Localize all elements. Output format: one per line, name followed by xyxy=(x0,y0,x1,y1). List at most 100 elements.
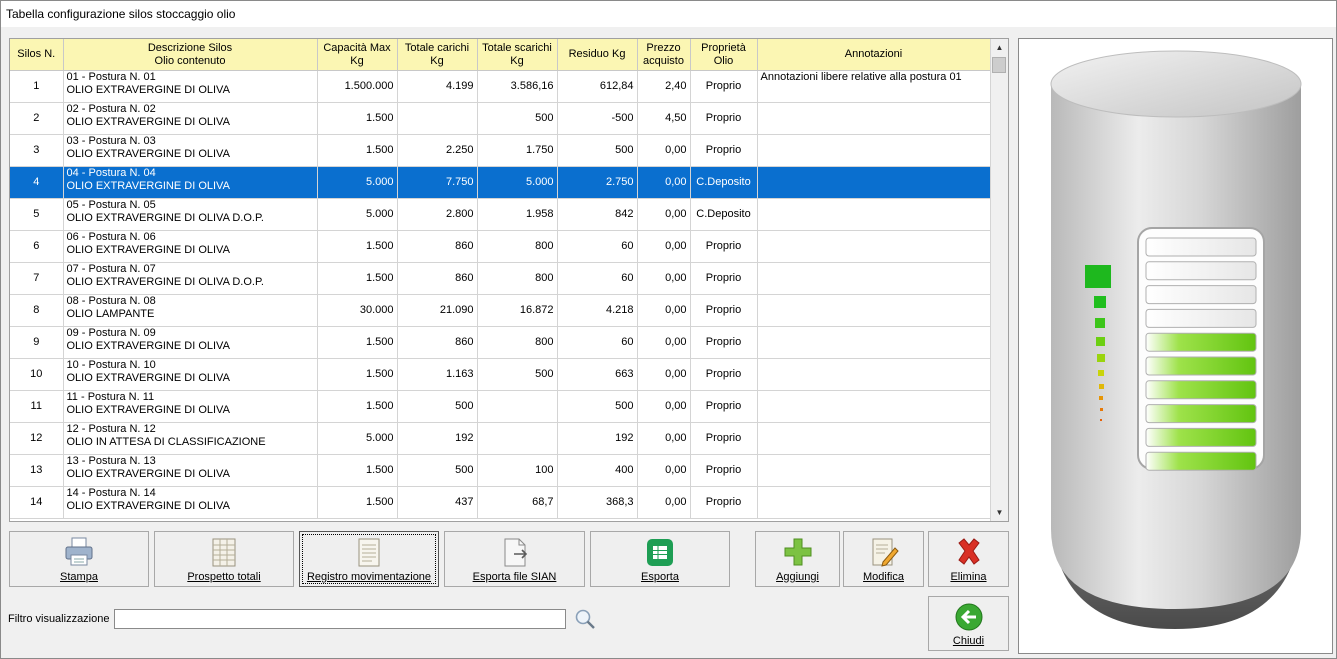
description-cell[interactable]: 08 - Postura N. 08 OLIO LAMPANTE xyxy=(63,294,318,327)
loads-cell[interactable]: 860 xyxy=(397,262,478,295)
table-row[interactable]: 6 06 - Postura N. 06 OLIO EXTRAVERGINE DI … xyxy=(10,230,991,263)
residue-cell[interactable]: 612,84 xyxy=(557,70,638,103)
table-row[interactable]: 10 10 - Postura N. 10 OLIO EXTRAVERGINE DI… xyxy=(10,358,991,391)
ownership-cell[interactable]: Proprio xyxy=(690,454,758,487)
silos-grid[interactable]: Silos N. Descrizione Silos Olio contenuto… xyxy=(9,38,1009,522)
price-cell[interactable]: 0,00 xyxy=(637,422,691,455)
silos-number-cell[interactable]: 11 xyxy=(10,390,64,423)
table-row[interactable]: 11 11 - Postura N. 11 OLIO EXTRAVERGINE DI… xyxy=(10,390,991,423)
price-cell[interactable]: 0,00 xyxy=(637,486,691,519)
search-icon[interactable] xyxy=(573,607,597,631)
unloads-cell[interactable]: 500 xyxy=(477,358,558,391)
price-cell[interactable]: 0,00 xyxy=(637,166,691,199)
notes-cell[interactable] xyxy=(757,358,991,391)
unloads-cell[interactable]: 16.872 xyxy=(477,294,558,327)
capacity-cell[interactable]: 1.500 xyxy=(317,390,398,423)
filter-input[interactable] xyxy=(114,609,566,629)
silos-number-cell[interactable]: 10 xyxy=(10,358,64,391)
capacity-cell[interactable]: 5.000 xyxy=(317,198,398,231)
residue-cell[interactable]: 500 xyxy=(557,134,638,167)
notes-cell[interactable] xyxy=(757,422,991,455)
description-cell[interactable]: 07 - Postura N. 07 OLIO EXTRAVERGINE DI O… xyxy=(63,262,318,295)
ownership-cell[interactable]: Proprio xyxy=(690,294,758,327)
modifica-button[interactable]: Modifica xyxy=(843,531,924,587)
elimina-button[interactable]: Elimina xyxy=(928,531,1009,587)
price-cell[interactable]: 0,00 xyxy=(637,294,691,327)
loads-cell[interactable] xyxy=(397,102,478,135)
table-row[interactable]: 7 07 - Postura N. 07 OLIO EXTRAVERGINE DI … xyxy=(10,262,991,295)
description-cell[interactable]: 09 - Postura N. 09 OLIO EXTRAVERGINE DI O… xyxy=(63,326,318,359)
residue-cell[interactable]: 192 xyxy=(557,422,638,455)
table-row[interactable]: 5 05 - Postura N. 05 OLIO EXTRAVERGINE DI … xyxy=(10,198,991,231)
chiudi-button[interactable]: Chiudi xyxy=(928,596,1009,651)
residue-cell[interactable]: 368,3 xyxy=(557,486,638,519)
description-cell[interactable]: 03 - Postura N. 03 OLIO EXTRAVERGINE DI O… xyxy=(63,134,318,167)
ownership-cell[interactable]: Proprio xyxy=(690,486,758,519)
loads-cell[interactable]: 4.199 xyxy=(397,70,478,103)
description-cell[interactable]: 11 - Postura N. 11 OLIO EXTRAVERGINE DI O… xyxy=(63,390,318,423)
notes-cell[interactable] xyxy=(757,454,991,487)
notes-cell[interactable] xyxy=(757,326,991,359)
description-cell[interactable]: 14 - Postura N. 14 OLIO EXTRAVERGINE DI O… xyxy=(63,486,318,519)
capacity-cell[interactable]: 1.500 xyxy=(317,134,398,167)
unloads-cell[interactable]: 100 xyxy=(477,454,558,487)
unloads-cell[interactable]: 800 xyxy=(477,230,558,263)
col-proprieta[interactable]: Proprietà Olio xyxy=(690,39,758,71)
capacity-cell[interactable]: 1.500 xyxy=(317,262,398,295)
notes-cell[interactable] xyxy=(757,294,991,327)
notes-cell[interactable] xyxy=(757,230,991,263)
unloads-cell[interactable]: 500 xyxy=(477,102,558,135)
description-cell[interactable]: 05 - Postura N. 05 OLIO EXTRAVERGINE DI O… xyxy=(63,198,318,231)
ownership-cell[interactable]: Proprio xyxy=(690,358,758,391)
unloads-cell[interactable]: 800 xyxy=(477,262,558,295)
silos-number-cell[interactable]: 13 xyxy=(10,454,64,487)
loads-cell[interactable]: 500 xyxy=(397,454,478,487)
table-row[interactable]: 13 13 - Postura N. 13 OLIO EXTRAVERGINE DI… xyxy=(10,454,991,487)
residue-cell[interactable]: 400 xyxy=(557,454,638,487)
ownership-cell[interactable]: Proprio xyxy=(690,422,758,455)
description-cell[interactable]: 06 - Postura N. 06 OLIO EXTRAVERGINE DI O… xyxy=(63,230,318,263)
registro-movimentazione-button[interactable]: Registro movimentazione xyxy=(299,531,439,587)
ownership-cell[interactable]: Proprio xyxy=(690,262,758,295)
unloads-cell[interactable]: 1.958 xyxy=(477,198,558,231)
loads-cell[interactable]: 2.800 xyxy=(397,198,478,231)
capacity-cell[interactable]: 1.500 xyxy=(317,486,398,519)
col-scarichi[interactable]: Totale scarichi Kg xyxy=(477,39,558,71)
residue-cell[interactable]: 60 xyxy=(557,262,638,295)
col-descrizione[interactable]: Descrizione Silos Olio contenuto xyxy=(63,39,318,71)
residue-cell[interactable]: 842 xyxy=(557,198,638,231)
ownership-cell[interactable]: Proprio xyxy=(690,230,758,263)
unloads-cell[interactable]: 1.750 xyxy=(477,134,558,167)
capacity-cell[interactable]: 1.500 xyxy=(317,102,398,135)
residue-cell[interactable]: 2.750 xyxy=(557,166,638,199)
notes-cell[interactable] xyxy=(757,102,991,135)
unloads-cell[interactable]: 68,7 xyxy=(477,486,558,519)
residue-cell[interactable]: 60 xyxy=(557,230,638,263)
silos-number-cell[interactable]: 2 xyxy=(10,102,64,135)
table-row[interactable]: 2 02 - Postura N. 02 OLIO EXTRAVERGINE DI … xyxy=(10,102,991,135)
description-cell[interactable]: 13 - Postura N. 13 OLIO EXTRAVERGINE DI O… xyxy=(63,454,318,487)
loads-cell[interactable]: 500 xyxy=(397,390,478,423)
notes-cell[interactable] xyxy=(757,198,991,231)
table-row[interactable]: 3 03 - Postura N. 03 OLIO EXTRAVERGINE DI … xyxy=(10,134,991,167)
silos-number-cell[interactable]: 12 xyxy=(10,422,64,455)
capacity-cell[interactable]: 30.000 xyxy=(317,294,398,327)
silos-number-cell[interactable]: 9 xyxy=(10,326,64,359)
capacity-cell[interactable]: 5.000 xyxy=(317,166,398,199)
silos-number-cell[interactable]: 3 xyxy=(10,134,64,167)
ownership-cell[interactable]: Proprio xyxy=(690,134,758,167)
grid-scrollbar[interactable]: ▲ ▼ xyxy=(990,39,1008,521)
scroll-thumb[interactable] xyxy=(992,57,1006,73)
description-cell[interactable]: 02 - Postura N. 02 OLIO EXTRAVERGINE DI O… xyxy=(63,102,318,135)
stampa-button[interactable]: Stampa xyxy=(9,531,149,587)
silos-number-cell[interactable]: 4 xyxy=(10,166,64,199)
silos-number-cell[interactable]: 1 xyxy=(10,70,64,103)
price-cell[interactable]: 0,00 xyxy=(637,262,691,295)
price-cell[interactable]: 0,00 xyxy=(637,198,691,231)
unloads-cell[interactable]: 800 xyxy=(477,326,558,359)
price-cell[interactable]: 4,50 xyxy=(637,102,691,135)
residue-cell[interactable]: 663 xyxy=(557,358,638,391)
esporta-sian-button[interactable]: Esporta file SIAN xyxy=(444,531,585,587)
unloads-cell[interactable] xyxy=(477,422,558,455)
loads-cell[interactable]: 192 xyxy=(397,422,478,455)
